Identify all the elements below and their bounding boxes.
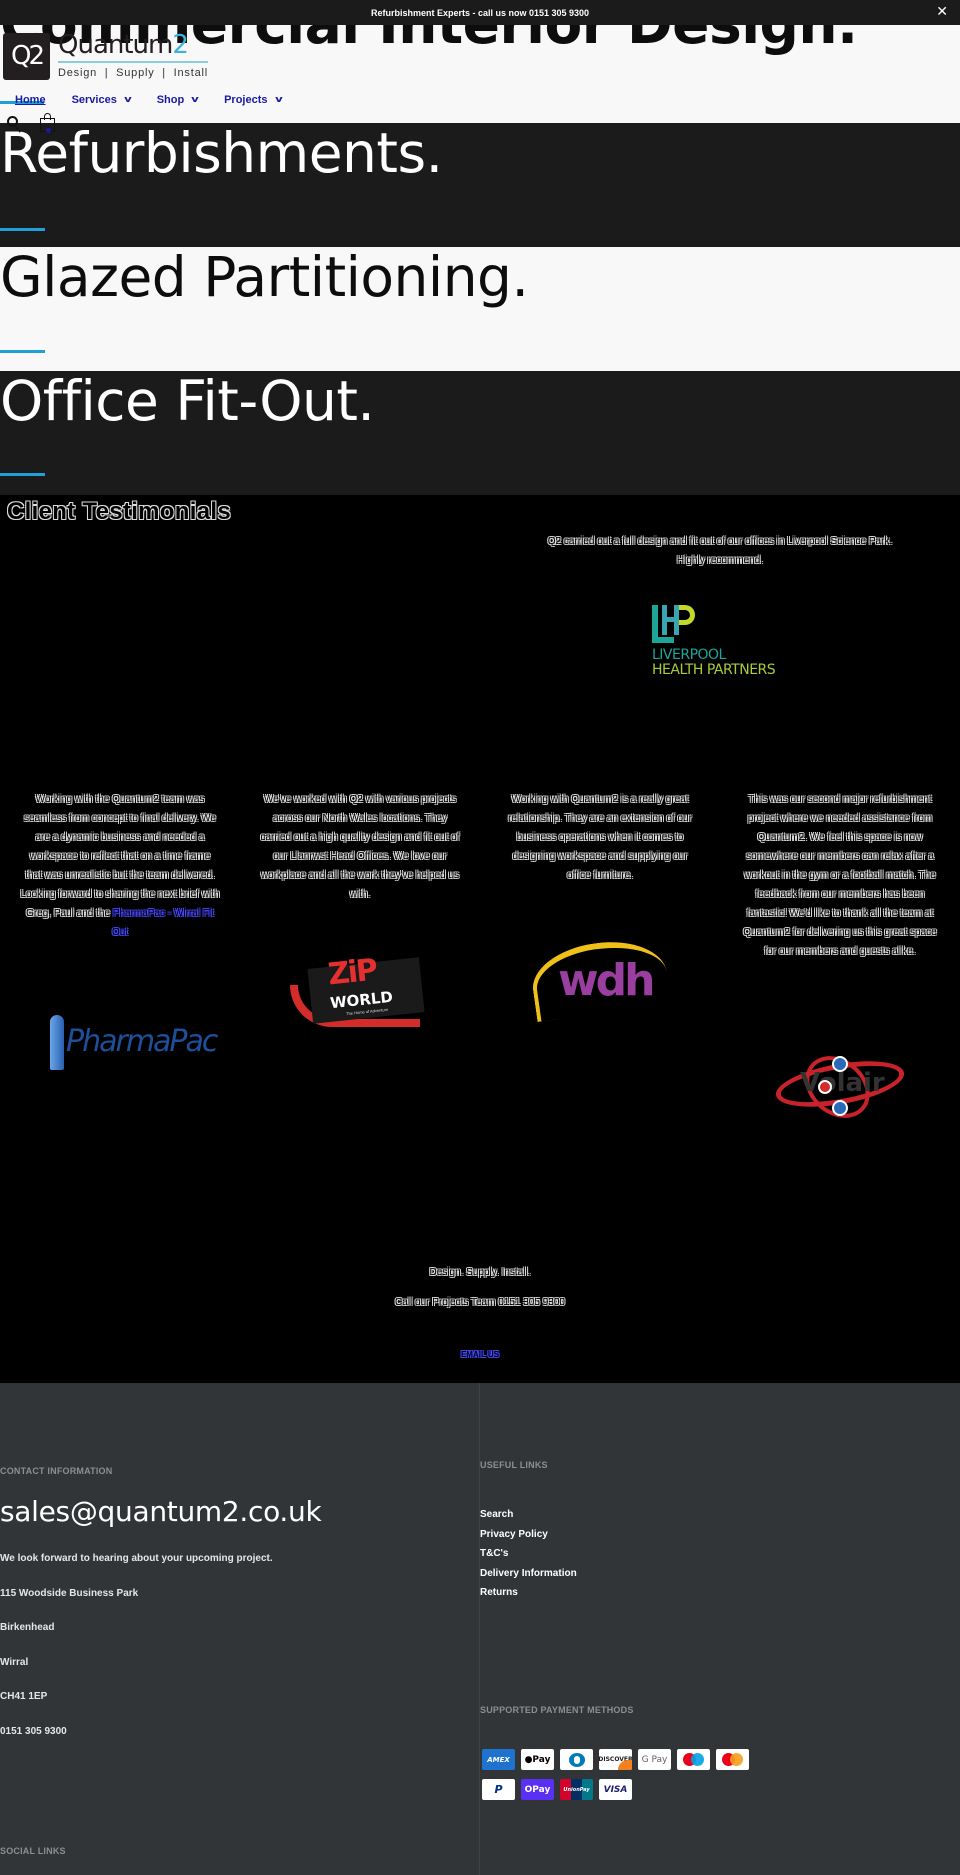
pharmapac-logo-text: PharmaPac — [66, 1024, 218, 1059]
close-icon[interactable]: ✕ — [936, 5, 948, 19]
announcement-text: Refurbishment Experts - call us now 0151… — [370, 7, 590, 18]
logo-name-accent: 2 — [172, 30, 189, 60]
site-logo[interactable]: Q2 Quantum2 Design | Supply | Install — [3, 31, 208, 80]
accent-rule — [0, 473, 45, 476]
testimonial-quote: Working with the Quantum2 team was seaml… — [20, 794, 220, 919]
main-nav: Home Services v Shop v Projects v — [15, 94, 307, 106]
footer-link-returns[interactable]: Returns — [480, 1583, 577, 1603]
volair-logo-text: Volair — [800, 1068, 885, 1098]
logo-name-main: Quantum — [58, 30, 173, 60]
cart-indicator-dot — [46, 128, 51, 133]
accent-rule — [0, 350, 45, 353]
chevron-down-icon: v — [274, 95, 283, 105]
search-icon[interactable] — [5, 113, 25, 133]
volair-logo-figure — [818, 1080, 832, 1094]
wdh-logo: wdh — [527, 933, 672, 1023]
lhp-logo-line2: HEALTH PARTNERS — [652, 662, 776, 678]
payment-methods-heading: SUPPORTED PAYMENT METHODS — [480, 1705, 634, 1715]
nav-item-services[interactable]: Services v — [71, 94, 132, 106]
logo-name: Quantum2 — [58, 31, 208, 59]
hero-band-office-fit-out: Office Fit-Out. — [0, 371, 960, 495]
chevron-down-icon: v — [191, 95, 199, 105]
lhp-logo-mark — [652, 605, 700, 647]
zipworld-logo-zip: ZiP — [326, 952, 378, 993]
site-footer: CONTACT INFORMATION sales@quantum2.co.uk… — [0, 1383, 960, 1875]
header-icons — [5, 113, 57, 133]
volair-logo-figure — [832, 1100, 848, 1116]
nav-label: Services — [71, 94, 117, 106]
contact-intro: We look forward to hearing about your up… — [0, 1553, 273, 1564]
visa-icon: VISA — [599, 1779, 632, 1800]
hero-title: Refurbishments. — [0, 121, 443, 185]
testimonial-quote: We've worked with Q2 with various projec… — [260, 794, 460, 900]
nav-label: Projects — [224, 94, 268, 106]
testimonial-quote: This was our second major refurbishment … — [743, 794, 937, 957]
lhp-logo-line1: LIVERPOOL — [652, 647, 726, 663]
footer-link-privacy-policy[interactable]: Privacy Policy — [480, 1525, 577, 1545]
logo-rule — [58, 61, 208, 63]
hero-band-refurbishments: Refurbishments. — [0, 123, 960, 247]
amex-icon: AMEX — [482, 1749, 515, 1770]
liverpool-health-partners-logo: LIVERPOOL HEALTH PARTNERS — [650, 605, 790, 680]
volair-logo-figure — [832, 1056, 848, 1072]
payment-methods: AMEX ●Pay DISCOVER G Pay P OPay UnionPay… — [482, 1749, 762, 1809]
nav-label: Shop — [156, 94, 185, 106]
contact-email-link[interactable]: sales@quantum2.co.uk — [0, 1495, 322, 1528]
wdh-logo-text: wdh — [558, 955, 655, 1006]
nav-item-projects[interactable]: Projects v — [224, 94, 283, 106]
discover-icon: DISCOVER — [599, 1749, 632, 1770]
pharmapac-logo-icon — [50, 1015, 64, 1070]
diners-club-icon — [560, 1749, 593, 1770]
testimonial-pharmapac: Working with the Quantum2 team was seaml… — [20, 790, 220, 942]
cta-tagline: Design. Supply. Install. — [429, 1267, 531, 1278]
apple-pay-icon: ●Pay — [521, 1749, 554, 1770]
paypal-icon: P — [482, 1779, 515, 1800]
hero-title: Office Fit-Out. — [0, 369, 375, 433]
testimonials-section: Client Testimonials Q2 carried out a ful… — [0, 495, 960, 1383]
pharmapac-project-link[interactable]: PharmaPac - Wirral Fit Out — [112, 908, 214, 938]
google-pay-icon: G Pay — [638, 1749, 671, 1770]
maestro-icon — [677, 1749, 710, 1770]
footer-link-search[interactable]: Search — [480, 1505, 577, 1525]
address-postcode: CH41 1EP — [0, 1691, 48, 1702]
testimonial-volair: This was our second major refurbishment … — [740, 790, 940, 961]
email-us-button[interactable]: EMAIL US — [461, 1350, 499, 1359]
pharmapac-logo: PharmaPac — [50, 1010, 218, 1080]
contact-information-heading: CONTACT INFORMATION — [0, 1466, 113, 1476]
logo-tagline: Design | Supply | Install — [58, 67, 208, 79]
footer-link-delivery-information[interactable]: Delivery Information — [480, 1564, 577, 1584]
hero-band-glazed-partitioning: Glazed Partitioning. — [0, 247, 960, 371]
shop-pay-icon: OPay — [521, 1779, 554, 1800]
volair-logo: Volair — [770, 1043, 910, 1131]
cta-call-text: Call our Projects Team 0151 305 9300 — [395, 1297, 565, 1308]
useful-links-list: Search Privacy Policy T&C's Delivery Inf… — [480, 1505, 577, 1603]
footer-link-terms[interactable]: T&C's — [480, 1544, 577, 1564]
featured-testimonial-quote: Q2 carried out a full design and fit out… — [547, 536, 893, 566]
accent-rule — [0, 228, 45, 231]
address-line: Wirral — [0, 1657, 29, 1668]
nav-item-home[interactable]: Home — [15, 94, 46, 106]
footer-column-divider — [479, 1383, 480, 1875]
hero-title: Glazed Partitioning. — [0, 245, 529, 309]
nav-item-shop[interactable]: Shop v — [156, 94, 199, 106]
testimonial-wdh: Working with Quantum2 is a really great … — [500, 790, 700, 885]
testimonial-zipworld: We've worked with Q2 with various projec… — [260, 790, 460, 904]
social-links-heading: SOCIAL LINKS — [0, 1846, 66, 1856]
zipworld-logo: ZiP WORLD The Home of Adventure — [290, 952, 430, 1030]
address-line: 115 Woodside Business Park — [0, 1588, 139, 1599]
nav-label: Home — [15, 94, 46, 106]
unionpay-icon: UnionPay — [560, 1779, 593, 1800]
contact-phone[interactable]: 0151 305 9300 — [0, 1726, 67, 1737]
chevron-down-icon: v — [123, 95, 132, 105]
logo-wordmark: Quantum2 Design | Supply | Install — [58, 31, 208, 79]
useful-links-heading: USEFUL LINKS — [480, 1460, 548, 1470]
mastercard-icon — [716, 1749, 749, 1770]
shopping-bag-icon[interactable] — [39, 113, 57, 133]
announcement-bar: Refurbishment Experts - call us now 0151… — [0, 0, 960, 25]
testimonials-title: Client Testimonials — [7, 498, 231, 525]
logo-mark: Q2 — [3, 33, 50, 80]
address-line: Birkenhead — [0, 1622, 55, 1633]
testimonial-quote: Working with Quantum2 is a really great … — [508, 794, 692, 881]
